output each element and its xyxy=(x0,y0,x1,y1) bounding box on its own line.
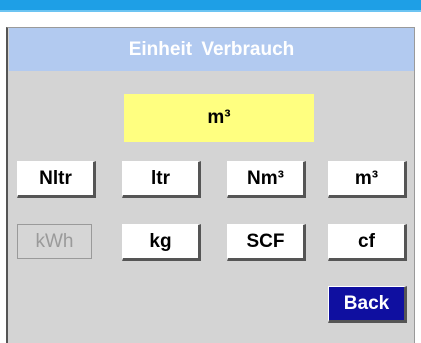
unit-button-kwh: kWh xyxy=(17,224,92,259)
unit-button-nltr[interactable]: Nltr xyxy=(17,161,96,198)
unit-button-kg[interactable]: kg xyxy=(122,224,201,261)
unit-button-cf[interactable]: cf xyxy=(328,224,407,261)
unit-button-scf[interactable]: SCF xyxy=(227,224,306,261)
unit-button-nm3[interactable]: Nm³ xyxy=(227,161,306,198)
selected-unit-display: m³ xyxy=(124,94,314,142)
back-button[interactable]: Back xyxy=(328,286,407,323)
top-status-bar xyxy=(0,0,421,12)
unit-button-m3[interactable]: m³ xyxy=(328,161,407,198)
consumption-unit-dialog: Einheit Verbrauch m³ Nltr ltr Nm³ m³ kWh… xyxy=(6,27,415,343)
dialog-title: Einheit Verbrauch xyxy=(9,28,414,71)
unit-button-ltr[interactable]: ltr xyxy=(122,161,201,198)
unit-selection-screen: Einheit Verbrauch m³ Nltr ltr Nm³ m³ kWh… xyxy=(0,0,421,343)
